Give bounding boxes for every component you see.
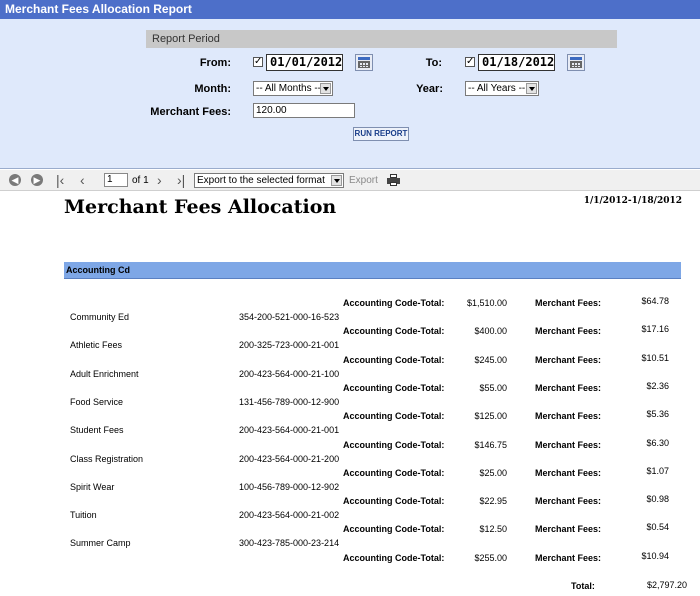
page-count: of 1 [132,175,149,186]
merchant-fees-value: $0.98 [646,494,669,505]
accounting-code-total-label: Accounting Code-Total: [343,467,445,478]
merchant-fees-value: $6.30 [646,437,669,448]
table-row: Accounting Code-Total: $12.50 Merchant Fee… [0,519,700,548]
merchant-fees-label: Merchant Fees: [535,411,602,422]
merchant-fees-label: Merchant Fees: [535,524,602,535]
page-number-input[interactable]: 1 [104,173,128,187]
accounting-code-total-value: $255.00 [474,552,507,563]
chevron-down-icon [526,83,537,94]
accounting-code-total-label: Accounting Code-Total: [343,298,445,308]
merchant-fees-value: $10.94 [641,550,669,561]
merchant-fees-label: Merchant Fees: [535,552,602,563]
from-label: From: [199,57,231,69]
table-row: Accounting Code-Total: $245.00 Merchant Fe… [0,350,700,379]
accounting-code-total-label: Accounting Code-Total: [343,496,445,507]
export-format-value: Export to the selected format [197,175,325,186]
merchant-fees-input[interactable]: 120.00 [253,103,355,118]
accounting-code-total-label: Accounting Code-Total: [343,382,445,393]
to-date-input[interactable]: 01/18/2012 [478,54,555,71]
accounting-code-total-value: $245.00 [474,354,507,365]
merchant-fees-label: Merchant Fees: [150,106,231,118]
chevron-down-icon [320,83,331,94]
grand-total-value: $2,797.20 [646,580,687,590]
report-viewer-toolbar: ◀ ▶ |‹ ‹ 1 of 1 › ›| Export to the selec… [0,170,700,191]
accounting-code-total-value: $25.00 [479,467,507,478]
window-title: Merchant Fees Allocation Report [0,0,700,19]
year-label: Year: [416,83,443,95]
forward-icon[interactable]: ▶ [31,174,43,186]
merchant-fees-label: Merchant Fees: [535,354,602,365]
chevron-down-icon [331,175,342,186]
merchant-fees-value: $64.78 [641,296,669,306]
from-checkbox[interactable]: ✓ [253,57,263,67]
table-row: Accounting Code-Total: $146.75 Merchant Fe… [0,435,700,464]
export-button[interactable]: Export [349,175,378,186]
print-icon[interactable] [387,174,400,186]
table-row: Accounting Code-Total: $400.00 Merchant Fe… [0,321,700,350]
report-date-range: 1/1/2012-1/18/2012 [583,196,682,206]
last-page-icon[interactable]: ›| [177,172,185,188]
to-label: To: [425,57,442,69]
month-select[interactable]: -- All Months -- [253,81,333,96]
report-title: Merchant Fees Allocation [64,196,337,218]
from-calendar-icon[interactable] [355,54,373,71]
merchant-fees-label: Merchant Fees: [535,496,602,507]
accounting-code-total-label: Accounting Code-Total: [343,326,445,337]
merchant-fees-value: $10.51 [641,352,669,363]
accounting-code-total-label: Accounting Code-Total: [343,411,445,422]
merchant-fees-value: $1.07 [646,465,669,476]
merchant-fees-label: Merchant Fees: [535,382,602,393]
merchant-fees-value: $0.54 [646,522,669,533]
accounting-code-total-value: $125.00 [474,411,507,422]
accounting-code-total-value: $146.75 [474,439,507,450]
table-row: Accounting Code-Total: $55.00 Merchant Fee… [0,378,700,407]
year-select-value: -- All Years -- [468,83,526,94]
year-select[interactable]: -- All Years -- [465,81,539,96]
merchant-fees-label: Merchant Fees: [535,439,602,450]
table-row: Accounting Code-Total: $25.00 Merchant Fee… [0,463,700,492]
report-page: Merchant Fees Allocation 1/1/2012-1/18/2… [0,192,700,596]
accounting-code-total-value: $12.50 [479,524,507,535]
accounting-code-total-value: $55.00 [479,382,507,393]
accounting-code-total-label: Accounting Code-Total: [343,354,445,365]
from-date-input[interactable]: 01/01/2012 [266,54,343,71]
merchant-fees-value: $5.36 [646,409,669,420]
export-format-select[interactable]: Export to the selected format [194,173,344,188]
table-row: Accounting Code-Total: $255.00 Merchant Fe… [0,548,700,576]
merchant-fees-value: $2.36 [646,380,669,391]
report-parameters-panel: Report Period From: ✓ 01/01/2012 To: ✓ 0… [0,19,700,169]
merchant-fees-label: Merchant Fees: [535,298,602,308]
accounting-code-total-value: $400.00 [474,326,507,337]
merchant-fees-label: Merchant Fees: [535,467,602,478]
next-page-icon[interactable]: › [157,172,162,188]
table-row: Accounting Code-Total: $1,510.00 Merchant … [0,293,700,322]
report-period-header: Report Period [146,30,617,48]
accounting-code-total-label: Accounting Code-Total: [343,524,445,535]
back-icon[interactable]: ◀ [9,174,21,186]
merchant-fees-value: $17.16 [641,324,669,335]
to-calendar-icon[interactable] [567,54,585,71]
grand-total-label: Total: [571,581,595,591]
table-row: Accounting Code-Total: $125.00 Merchant Fe… [0,406,700,435]
month-label: Month: [194,83,231,95]
month-select-value: -- All Months -- [256,83,322,94]
merchant-fees-label: Merchant Fees: [535,326,602,337]
group-header: Accounting Cd [64,262,681,279]
accounting-code-total-value: $1,510.00 [466,298,507,308]
accounting-code-total-value: $22.95 [479,496,507,507]
previous-page-icon[interactable]: ‹ [80,172,85,188]
accounting-code-total-label: Accounting Code-Total: [343,439,445,450]
table-row: Accounting Code-Total: $22.95 Merchant Fee… [0,491,700,520]
accounting-code-total-label: Accounting Code-Total: [343,552,445,563]
first-page-icon[interactable]: |‹ [56,172,64,188]
to-checkbox[interactable]: ✓ [465,57,475,67]
run-report-button[interactable]: RUN REPORT [353,127,409,141]
